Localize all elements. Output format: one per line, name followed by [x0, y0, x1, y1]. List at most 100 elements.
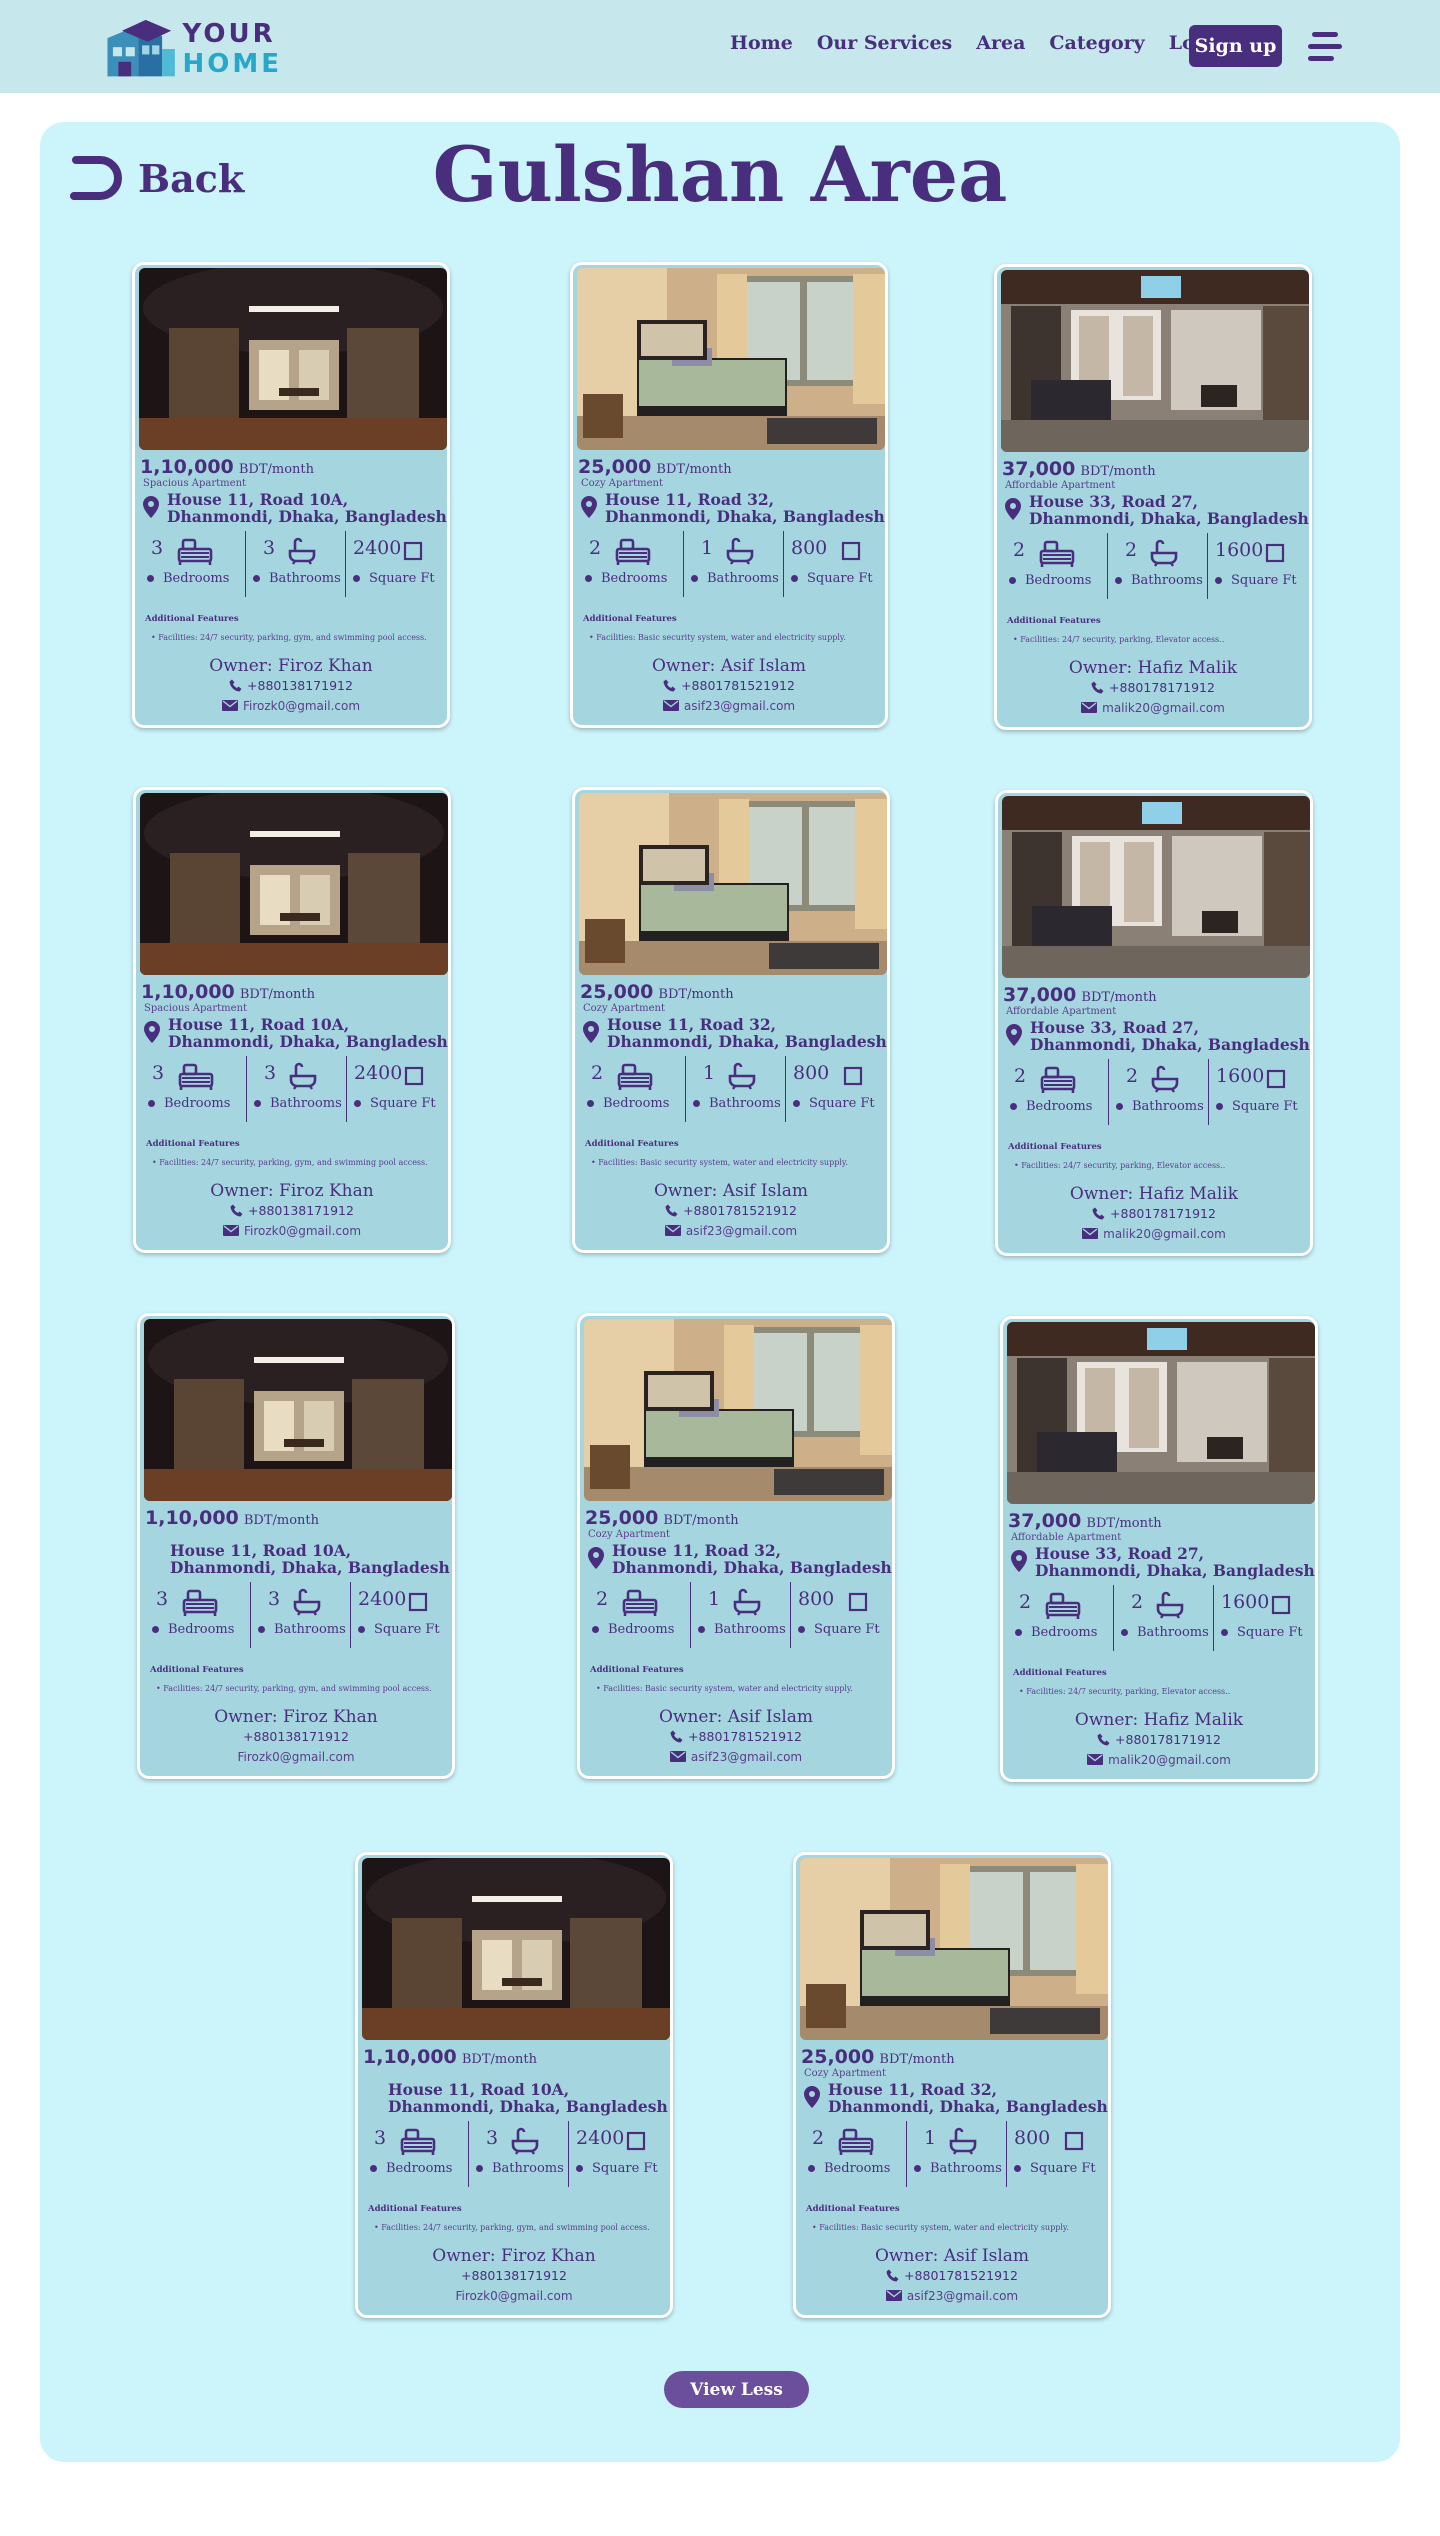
property-photo[interactable]: [800, 1858, 1108, 2040]
bedrooms-label: Bedrooms: [152, 1622, 234, 1637]
owner-phone[interactable]: +880178171912: [1003, 1732, 1315, 1749]
property-photo[interactable]: [1007, 1322, 1315, 1504]
address: House 11, Road 10A, Dhanmondi, Dhaka, Ba…: [168, 1015, 448, 1051]
owner-phone[interactable]: +8801781521912: [575, 1203, 887, 1220]
property-card[interactable]: 1,10,000 BDT/month House 11, Road 10A, D…: [137, 1313, 455, 1779]
owner-phone[interactable]: +8801781521912: [580, 1729, 892, 1746]
square-ft-label: Square Ft: [791, 571, 873, 586]
bedrooms-label: Bedrooms: [148, 1096, 230, 1111]
owner-email[interactable]: asif23@gmail.com: [796, 2289, 1108, 2304]
property-card[interactable]: 37,000 BDT/month Affordable Apartment Ho…: [995, 790, 1313, 1256]
owner-phone[interactable]: +880138171912: [135, 678, 447, 695]
apartment-type: Cozy Apartment: [804, 2068, 887, 2079]
mail-icon: [222, 1224, 239, 1239]
signup-button[interactable]: Sign up: [1189, 25, 1282, 67]
nav-link-services[interactable]: Our Services: [817, 32, 952, 54]
owner-phone[interactable]: +8801781521912: [796, 2268, 1108, 2285]
nav-links: Home Our Services Area Category Login: [730, 32, 1253, 54]
bed-icon: [838, 2127, 874, 2161]
logo[interactable]: YOUR HOME: [102, 14, 282, 84]
bedrooms-label: Bedrooms: [147, 571, 229, 586]
property-card[interactable]: 1,10,000 BDT/month Spacious Apartment Ho…: [132, 262, 450, 728]
bathrooms-label: Bathrooms: [253, 571, 341, 586]
property-card[interactable]: 37,000 BDT/month Affordable Apartment Ho…: [994, 264, 1312, 730]
property-photo[interactable]: [1001, 270, 1309, 452]
property-photo[interactable]: [584, 1319, 892, 1501]
nav-link-home[interactable]: Home: [730, 32, 793, 54]
features-item: • Facilities: Basic security system, wat…: [596, 1684, 853, 1693]
area-square-icon: [408, 1592, 428, 1616]
location-pin-icon: [588, 1547, 604, 1569]
property-photo[interactable]: [577, 268, 885, 450]
owner-phone[interactable]: +880138171912: [136, 1203, 448, 1220]
features-heading: Additional Features: [806, 2204, 900, 2214]
price-unit: BDT/month: [1080, 464, 1156, 479]
owner-email[interactable]: malik20@gmail.com: [997, 701, 1309, 716]
property-card[interactable]: 1,10,000 BDT/month House 11, Road 10A, D…: [355, 1852, 673, 2318]
property-photo[interactable]: [579, 793, 887, 975]
bathroom-count: 2: [1125, 539, 1138, 561]
square-ft-value: 2400: [576, 2127, 625, 2149]
owner-email[interactable]: asif23@gmail.com: [573, 699, 885, 714]
property-photo[interactable]: [362, 1858, 670, 2040]
mail-icon: [885, 2289, 902, 2304]
owner-phone[interactable]: +880178171912: [997, 680, 1309, 697]
price-row: 37,000 BDT/month: [1002, 458, 1156, 480]
owner-email[interactable]: malik20@gmail.com: [1003, 1753, 1315, 1768]
bathrooms-label: Bathrooms: [914, 2161, 1002, 2176]
features-item: • Facilities: 24/7 security, parking, El…: [1013, 635, 1225, 644]
price: 1,10,000: [363, 2046, 457, 2068]
bed-icon: [178, 1062, 214, 1096]
property-stats: 3 Bedrooms 3 Bathrooms 2400 Square Ft: [141, 531, 447, 601]
property-photo[interactable]: [139, 268, 447, 450]
owner-name: Owner: Firoz Khan: [210, 1181, 374, 1201]
phone-icon: [663, 679, 676, 695]
property-photo[interactable]: [144, 1319, 452, 1501]
square-ft-value: 800: [798, 1588, 835, 1610]
property-card[interactable]: 37,000 BDT/month Affordable Apartment Ho…: [1000, 1316, 1318, 1782]
address: House 11, Road 10A, Dhanmondi, Dhaka, Ba…: [167, 490, 447, 526]
bathroom-count: 3: [263, 537, 276, 559]
property-photo[interactable]: [1002, 796, 1310, 978]
owner-email[interactable]: asif23@gmail.com: [580, 1750, 892, 1765]
view-less-button[interactable]: View Less: [664, 2371, 809, 2408]
features-item: • Facilities: 24/7 security, parking, gy…: [152, 1158, 428, 1167]
nav-link-area[interactable]: Area: [976, 32, 1025, 54]
owner-phone[interactable]: +8801781521912: [573, 678, 885, 695]
owner-email[interactable]: asif23@gmail.com: [575, 1224, 887, 1239]
property-card[interactable]: 25,000 BDT/month Cozy Apartment House 11…: [793, 1852, 1111, 2318]
price-row: 1,10,000 BDT/month: [141, 981, 315, 1003]
location-pin-icon: [581, 496, 597, 518]
owner-email[interactable]: Firozk0@gmail.com: [140, 1750, 452, 1764]
property-card[interactable]: 1,10,000 BDT/month Spacious Apartment Ho…: [133, 787, 451, 1253]
square-ft-value: 800: [791, 537, 828, 559]
features-heading: Additional Features: [590, 1665, 684, 1675]
owner-email[interactable]: malik20@gmail.com: [998, 1227, 1310, 1242]
bathroom-count: 2: [1126, 1065, 1139, 1087]
apartment-type: Affordable Apartment: [1006, 1006, 1117, 1017]
nav-link-category[interactable]: Category: [1049, 32, 1144, 54]
features-heading: Additional Features: [368, 2204, 462, 2214]
price-unit: BDT/month: [243, 1513, 320, 1528]
property-photo[interactable]: [140, 793, 448, 975]
property-card[interactable]: 25,000 BDT/month Cozy Apartment House 11…: [570, 262, 888, 728]
owner-email[interactable]: Firozk0@gmail.com: [358, 2289, 670, 2303]
square-ft-label: Square Ft: [1215, 573, 1297, 588]
bedrooms-label: Bedrooms: [1009, 573, 1091, 588]
owner-email[interactable]: Firozk0@gmail.com: [136, 1224, 448, 1239]
property-card[interactable]: 25,000 BDT/month Cozy Apartment House 11…: [572, 787, 890, 1253]
phone-icon: [1097, 1733, 1110, 1749]
property-card[interactable]: 25,000 BDT/month Cozy Apartment House 11…: [577, 1313, 895, 1779]
owner-name: Owner: Asif Islam: [874, 2246, 1030, 2266]
owner-name: Owner: Asif Islam: [651, 656, 807, 676]
owner-phone[interactable]: +880138171912: [140, 1729, 452, 1744]
owner-phone[interactable]: +880138171912: [358, 2268, 670, 2283]
owner-phone[interactable]: +880178171912: [998, 1206, 1310, 1223]
menu-icon[interactable]: [1308, 32, 1342, 62]
owner-name: Owner: Firoz Khan: [209, 656, 373, 676]
price-row: 25,000 BDT/month: [578, 456, 732, 478]
location-pin-icon: [1005, 498, 1021, 520]
mail-icon: [221, 699, 238, 714]
owner-email[interactable]: Firozk0@gmail.com: [135, 699, 447, 714]
area-square-icon: [404, 1066, 424, 1090]
